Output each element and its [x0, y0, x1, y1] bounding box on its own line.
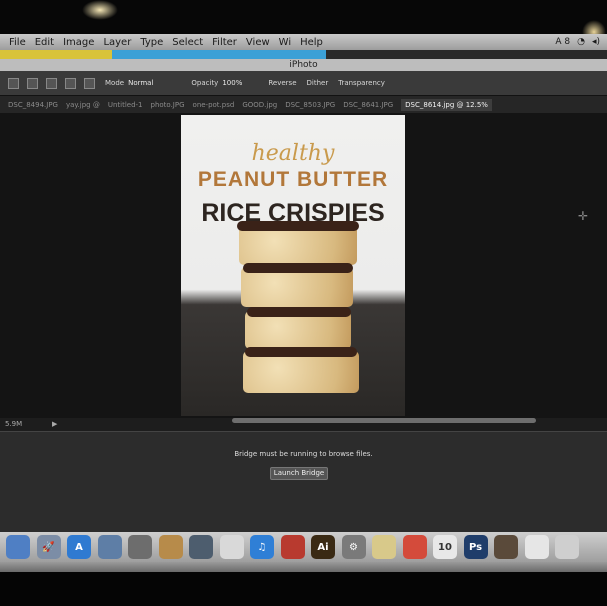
chrome-icon[interactable]	[402, 535, 427, 559]
poster-title-healthy: healthy	[251, 141, 335, 166]
photo-app-icon[interactable]	[280, 535, 305, 559]
poster-title-peanut-butter: PEANUT BUTTER	[197, 168, 389, 191]
crispy-bar-image	[239, 225, 357, 265]
color-strip	[0, 50, 607, 59]
opacity-field[interactable]: 100%	[222, 79, 242, 87]
tab-document[interactable]: Untitled-1	[108, 101, 143, 109]
menu-view[interactable]: View	[246, 37, 270, 48]
monitor-bezel	[0, 0, 607, 34]
crispy-bar-image	[243, 351, 359, 393]
launch-bridge-button[interactable]: Launch Bridge	[270, 467, 328, 480]
menu-select[interactable]: Select	[172, 37, 203, 48]
tab-document[interactable]: one-pot.psd	[193, 101, 235, 109]
document-tabs: DSC_8494.JPG yay.jpg @ Untitled-1 photo.…	[0, 96, 607, 113]
document-image[interactable]: healthy PEANUT BUTTER RICE CRISPIES	[181, 115, 405, 416]
dock-shelf	[0, 562, 607, 572]
app-store-icon[interactable]: A	[67, 535, 91, 559]
dither-checkbox[interactable]: Dither	[307, 79, 329, 87]
gradient-angle-icon[interactable]	[65, 77, 76, 89]
preview-icon[interactable]	[97, 535, 122, 559]
launchpad-icon[interactable]: 🚀	[36, 535, 61, 559]
tab-document-active[interactable]: DSC_8614.jpg @ 12.5%	[401, 98, 492, 111]
gradient-diamond-icon[interactable]	[84, 77, 95, 89]
tab-document[interactable]: DSC_8641.JPG	[343, 101, 393, 109]
tab-document[interactable]: GOOD.jpg	[242, 101, 277, 109]
contacts-icon[interactable]	[158, 535, 183, 559]
menu-image[interactable]: Image	[63, 37, 94, 48]
status-arrow-icon[interactable]: ▶	[52, 420, 57, 428]
doc-size: 5.9M	[5, 420, 23, 428]
trash-icon[interactable]	[555, 535, 579, 559]
tab-document[interactable]: DSC_8494.JPG	[8, 101, 58, 109]
chocolate-drizzle-image	[243, 263, 353, 273]
finder-icon[interactable]	[6, 535, 30, 559]
chocolate-drizzle-image	[237, 221, 359, 231]
menu-help[interactable]: Help	[300, 37, 323, 48]
volume-icon[interactable]: ◂)	[592, 37, 600, 47]
system-preferences-icon[interactable]: ⚙	[341, 535, 366, 559]
menu-filter[interactable]: Filter	[212, 37, 237, 48]
chocolate-drizzle-image	[247, 307, 351, 317]
crispy-bar-image	[241, 267, 353, 307]
gradient-linear-icon[interactable]	[27, 77, 38, 89]
tab-document[interactable]: yay.jpg @	[66, 101, 100, 109]
iphoto-icon[interactable]	[189, 535, 213, 559]
menu-edit[interactable]: Edit	[35, 37, 54, 48]
monitor-screen: File Edit Image Layer Type Select Filter…	[0, 0, 607, 606]
menu-type[interactable]: Type	[140, 37, 163, 48]
horizontal-scrollbar[interactable]	[232, 418, 536, 423]
wifi-icon[interactable]: ◔	[577, 37, 585, 47]
menu-window[interactable]: Wi	[279, 37, 291, 48]
bridge-message: Bridge must be running to browse files.	[234, 450, 373, 458]
mini-bridge-panel: Bridge must be running to browse files. …	[0, 431, 607, 537]
document-icon[interactable]	[524, 535, 549, 559]
photo-viewer-icon[interactable]	[494, 535, 518, 559]
tab-document[interactable]: photo.JPG	[151, 101, 185, 109]
itunes-icon[interactable]: ♫	[250, 535, 274, 559]
window-title: iPhoto	[0, 59, 607, 71]
folder-icon[interactable]	[372, 535, 396, 559]
menubar-status[interactable]: A 8	[555, 37, 570, 47]
photoshop-icon[interactable]: Ps	[463, 535, 488, 559]
illustrator-icon[interactable]: Ai	[311, 535, 335, 559]
chocolate-drizzle-image	[245, 347, 357, 357]
calculator-icon[interactable]	[219, 535, 244, 559]
opacity-label: Opacity	[191, 79, 219, 87]
menu-bar: File Edit Image Layer Type Select Filter…	[0, 34, 607, 50]
monitor-bezel-bottom	[0, 572, 607, 606]
menu-layer[interactable]: Layer	[103, 37, 131, 48]
options-bar: Mode Normal Opacity 100% Reverse Dither …	[0, 71, 607, 95]
tab-document[interactable]: DSC_8503.JPG	[285, 101, 335, 109]
photo-booth-icon[interactable]	[128, 535, 152, 559]
mode-label: Mode	[105, 79, 125, 87]
menu-file[interactable]: File	[9, 37, 26, 48]
mode-select[interactable]: Normal	[128, 79, 153, 87]
tool-preset-icon[interactable]	[8, 77, 19, 89]
gradient-radial-icon[interactable]	[46, 77, 57, 89]
reverse-checkbox[interactable]: Reverse	[268, 79, 296, 87]
crosshair-cursor-icon: ✛	[578, 209, 589, 223]
light-reflection	[82, 0, 118, 20]
calendar-icon[interactable]: 10	[433, 535, 457, 559]
transparency-checkbox[interactable]: Transparency	[338, 79, 385, 87]
